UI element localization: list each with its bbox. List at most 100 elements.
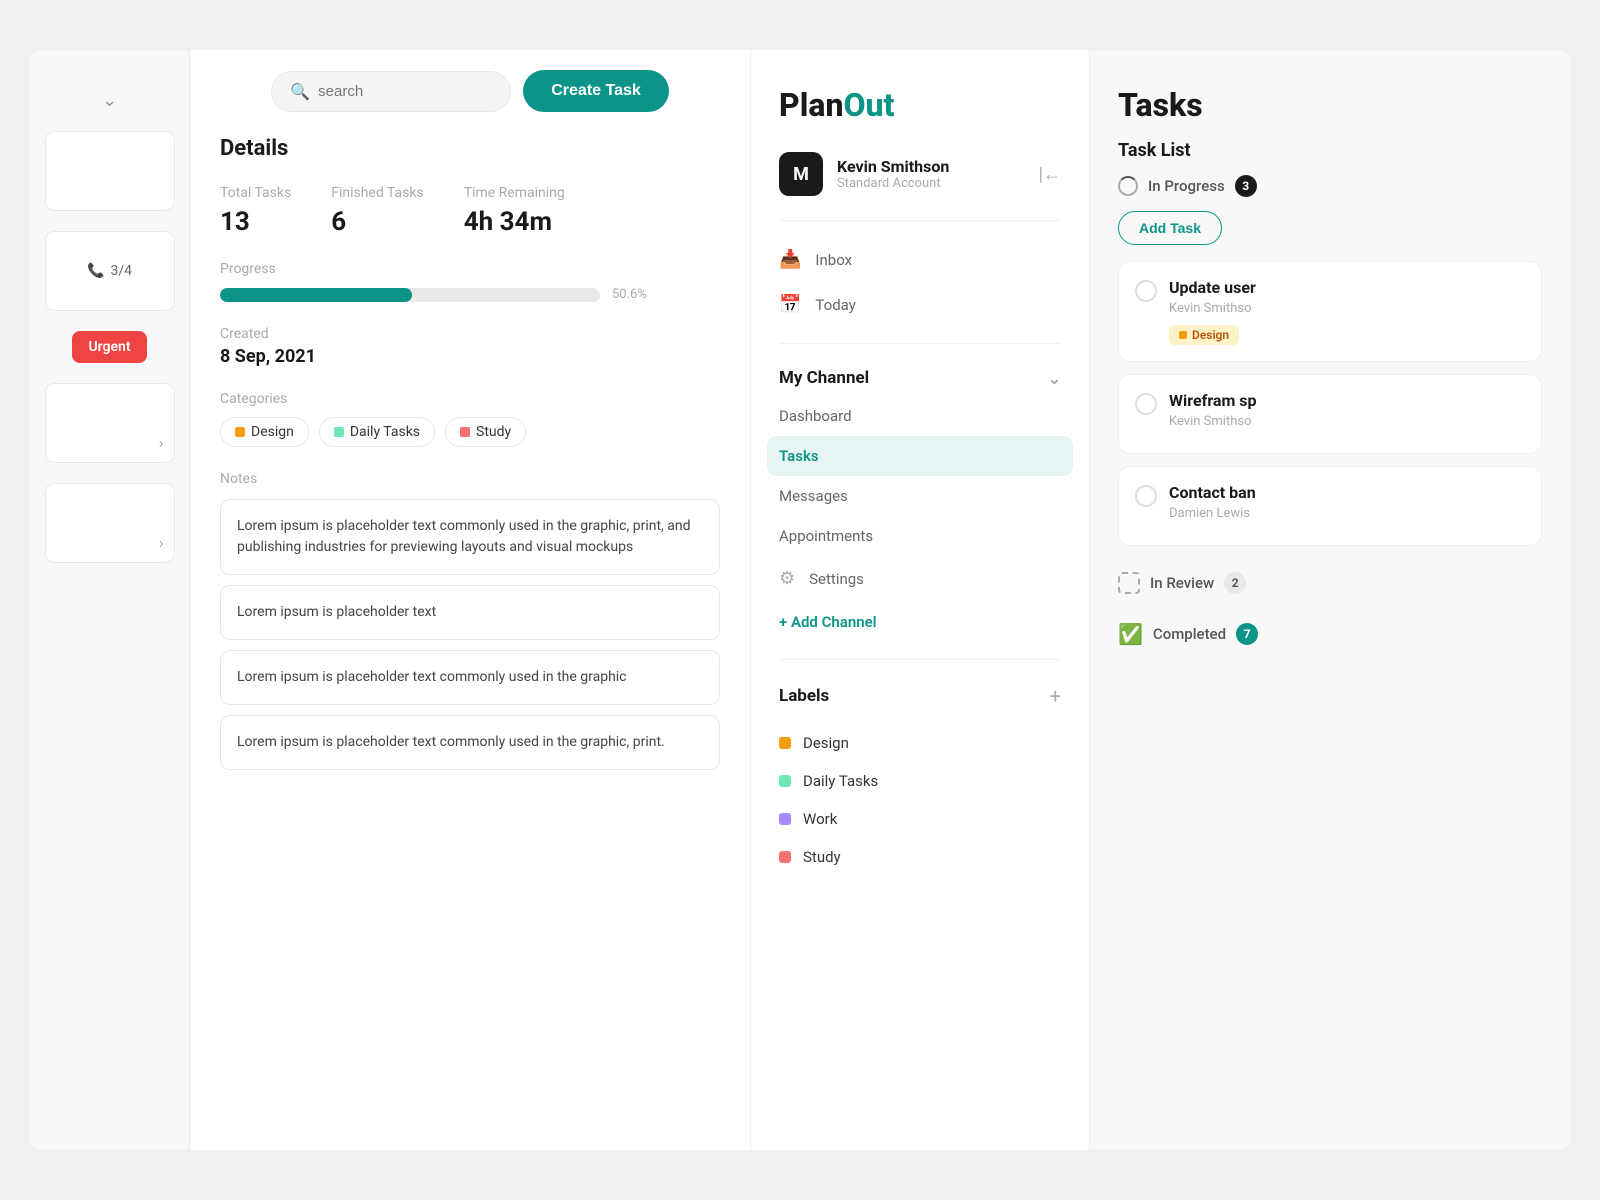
tasks-label: Tasks bbox=[779, 447, 819, 465]
categories-section: Categories Design Daily Tasks Study bbox=[220, 391, 720, 447]
in-review-badge: 2 bbox=[1224, 572, 1246, 594]
stats-row: Total Tasks 13 Finished Tasks 6 Time Rem… bbox=[220, 185, 720, 237]
in-progress-row: In Progress 3 bbox=[1118, 175, 1542, 197]
task-card[interactable]: Contact ban Damien Lewis bbox=[1118, 466, 1542, 546]
right-panel: Tasks Task List In Progress 3 Add Task U… bbox=[1090, 50, 1570, 1150]
completed-row: ✅ Completed 7 bbox=[1118, 608, 1542, 660]
task-title: Update user bbox=[1169, 278, 1256, 297]
top-bar: 🔍 Create Task bbox=[210, 50, 730, 136]
tasks-header: Tasks bbox=[1090, 50, 1570, 140]
created-date: 8 Sep, 2021 bbox=[220, 346, 720, 367]
completed-badge: 7 bbox=[1236, 623, 1258, 645]
created-section: Created 8 Sep, 2021 bbox=[220, 326, 720, 367]
calls-count: 3/4 bbox=[110, 263, 132, 279]
details-title: Details bbox=[220, 136, 720, 161]
time-remaining-value: 4h 34m bbox=[464, 207, 565, 237]
category-tag[interactable]: Daily Tasks bbox=[319, 417, 435, 447]
time-remaining-stat: Time Remaining 4h 34m bbox=[464, 185, 565, 237]
details-section: Details Total Tasks 13 Finished Tasks 6 … bbox=[210, 136, 730, 780]
total-tasks-stat: Total Tasks 13 bbox=[220, 185, 291, 237]
calls-indicator: 📞 3/4 bbox=[87, 263, 132, 279]
search-icon: 🔍 bbox=[290, 82, 310, 101]
task-subtitle: Kevin Smithso bbox=[1169, 301, 1256, 316]
completed-icon: ✅ bbox=[1118, 622, 1143, 646]
in-review-label: In Review bbox=[1150, 574, 1214, 592]
user-name: Kevin Smithson bbox=[837, 157, 949, 176]
sidebar-card-1 bbox=[45, 131, 175, 211]
notes-list: Lorem ipsum is placeholder text commonly… bbox=[220, 499, 720, 770]
nav-messages[interactable]: Messages bbox=[751, 476, 1089, 516]
brand-header: Plan Out bbox=[751, 50, 1089, 152]
far-left-sidebar: ⌄ 📞 3/4 Urgent › › bbox=[30, 50, 190, 1150]
task-checkbox[interactable] bbox=[1135, 393, 1157, 415]
user-section: M Kevin Smithson Standard Account |← bbox=[751, 152, 1089, 220]
my-channel-label: My Channel bbox=[779, 368, 869, 388]
phone-icon: 📞 bbox=[87, 263, 104, 279]
section-divider-1 bbox=[779, 343, 1061, 344]
note-item: Lorem ipsum is placeholder text commonly… bbox=[220, 715, 720, 770]
label-item[interactable]: Work bbox=[779, 800, 1061, 838]
label-item[interactable]: Study bbox=[779, 838, 1061, 876]
detail-main-content: 🔍 Create Task Details Total Tasks 13 Fin… bbox=[190, 50, 750, 1150]
nav-item-today[interactable]: 📅 Today bbox=[751, 282, 1089, 327]
note-item: Lorem ipsum is placeholder text bbox=[220, 585, 720, 640]
add-channel-button[interactable]: + Add Channel bbox=[751, 601, 1089, 643]
task-checkbox[interactable] bbox=[1135, 280, 1157, 302]
add-label-button[interactable]: + bbox=[1050, 684, 1061, 708]
created-label: Created bbox=[220, 326, 720, 342]
category-tag[interactable]: Study bbox=[445, 417, 526, 447]
task-title: Wirefram sp bbox=[1169, 391, 1257, 410]
nav-settings[interactable]: ⚙ Settings bbox=[751, 556, 1089, 601]
dashboard-label: Dashboard bbox=[779, 407, 852, 425]
today-icon: 📅 bbox=[779, 294, 801, 315]
in-progress-spinner-icon bbox=[1118, 176, 1138, 196]
nav-appointments[interactable]: Appointments bbox=[751, 516, 1089, 556]
nav-tasks[interactable]: Tasks bbox=[767, 436, 1073, 476]
category-tag[interactable]: Design bbox=[220, 417, 309, 447]
search-box[interactable]: 🔍 bbox=[271, 71, 511, 112]
note-item: Lorem ipsum is placeholder text commonly… bbox=[220, 650, 720, 705]
time-remaining-label: Time Remaining bbox=[464, 185, 565, 201]
search-input[interactable] bbox=[318, 83, 468, 100]
label-item[interactable]: Design bbox=[779, 724, 1061, 762]
inbox-icon: 📥 bbox=[779, 249, 801, 270]
section-divider-2 bbox=[779, 659, 1061, 660]
task-title: Contact ban bbox=[1169, 483, 1256, 502]
in-progress-badge: 3 bbox=[1235, 175, 1257, 197]
settings-icon: ⚙ bbox=[779, 568, 795, 589]
left-panel: ⌄ 📞 3/4 Urgent › › 🔍 bbox=[30, 50, 750, 1150]
add-task-button[interactable]: Add Task bbox=[1118, 211, 1222, 245]
appointments-label: Appointments bbox=[779, 527, 873, 545]
user-account: Standard Account bbox=[837, 176, 949, 191]
task-card[interactable]: Wirefram sp Kevin Smithso bbox=[1118, 374, 1542, 454]
channel-chevron-icon: ⌄ bbox=[1048, 369, 1061, 388]
task-card[interactable]: Update user Kevin Smithso Design bbox=[1118, 261, 1542, 362]
sidebar-card-bottom-1[interactable]: › bbox=[45, 383, 175, 463]
channel-header[interactable]: My Channel ⌄ bbox=[751, 360, 1089, 396]
create-task-button[interactable]: Create Task bbox=[523, 70, 669, 112]
task-subtitle: Kevin Smithso bbox=[1169, 414, 1257, 429]
notes-section: Notes Lorem ipsum is placeholder text co… bbox=[220, 471, 720, 770]
task-checkbox[interactable] bbox=[1135, 485, 1157, 507]
label-item[interactable]: Daily Tasks bbox=[779, 762, 1061, 800]
total-tasks-value: 13 bbox=[220, 207, 291, 237]
user-info: M Kevin Smithson Standard Account bbox=[779, 152, 949, 196]
sidebar-collapse-button[interactable]: |← bbox=[1039, 164, 1061, 185]
middle-panel: Plan Out M Kevin Smithson Standard Accou… bbox=[750, 50, 1090, 1150]
sidebar-collapse-icon[interactable]: ⌄ bbox=[102, 90, 117, 111]
categories-label: Categories bbox=[220, 391, 720, 407]
categories-row: Design Daily Tasks Study bbox=[220, 417, 720, 447]
messages-label: Messages bbox=[779, 487, 848, 505]
nav-divider-1 bbox=[779, 220, 1061, 221]
task-chip: Design bbox=[1169, 325, 1239, 345]
in-review-icon bbox=[1118, 572, 1140, 594]
progress-label: Progress bbox=[220, 261, 720, 277]
chevron-right-icon-2: › bbox=[159, 533, 164, 552]
user-details: Kevin Smithson Standard Account bbox=[837, 157, 949, 191]
in-progress-label: In Progress bbox=[1148, 177, 1225, 195]
brand-plan: Plan bbox=[779, 86, 843, 124]
nav-item-inbox[interactable]: 📥 Inbox bbox=[751, 237, 1089, 282]
nav-dashboard[interactable]: Dashboard bbox=[751, 396, 1089, 436]
sidebar-card-bottom-2[interactable]: › bbox=[45, 483, 175, 563]
app-container: ⌄ 📞 3/4 Urgent › › 🔍 bbox=[30, 50, 1570, 1150]
